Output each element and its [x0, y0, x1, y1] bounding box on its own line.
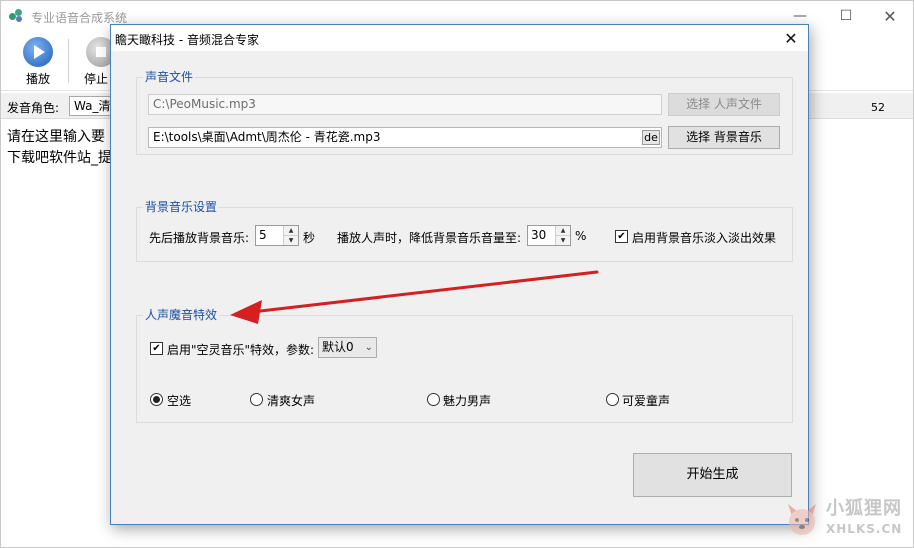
watermark: 小狐狸网 XHLKS.CN	[778, 492, 908, 544]
watermark-title: 小狐狸网	[826, 498, 902, 519]
watermark-url: XHLKS.CN	[826, 522, 903, 536]
fox-logo-icon	[788, 504, 816, 535]
annotation-arrow	[230, 270, 599, 324]
